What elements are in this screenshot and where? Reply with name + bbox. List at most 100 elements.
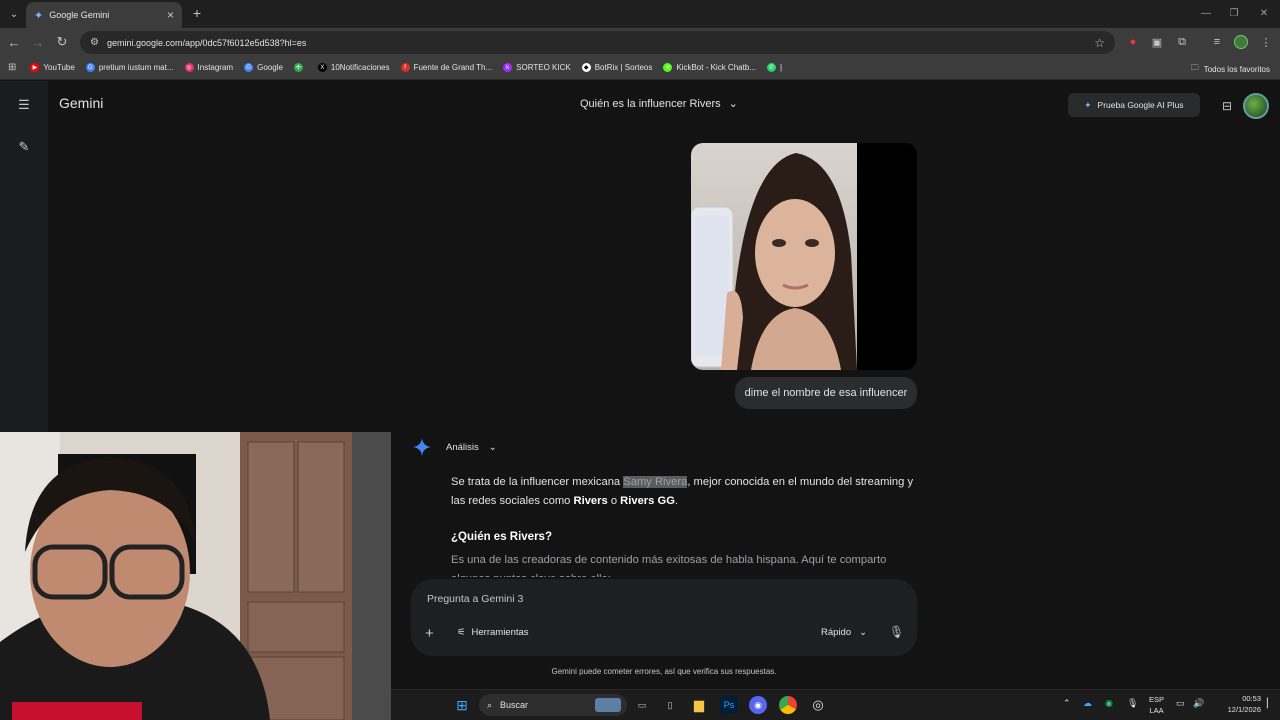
folder-icon: 🗀 (1190, 63, 1199, 72)
webcam-overlay (0, 432, 391, 720)
prompt-composer[interactable]: Pregunta a Gemini 3 + ⚟ Herramientas Ráp… (411, 579, 917, 656)
url-text: gemini.google.com/app/0dc57f6012e5d538?h… (106, 37, 307, 48)
close-window-icon[interactable]: ✕ (1254, 4, 1274, 22)
gemini-brand: Gemini (59, 95, 104, 111)
network-icon[interactable]: ▭ (1176, 698, 1185, 709)
close-tab-icon[interactable]: × (167, 8, 174, 22)
microphone-icon[interactable]: 🎙 (889, 625, 904, 639)
sparkle-icon: ✦ (1084, 99, 1092, 110)
response-heading: ¿Quién es Rivers? (451, 531, 552, 543)
app-icon[interactable]: ▯ (661, 696, 679, 714)
extension-icon[interactable]: ▣ (1149, 34, 1165, 50)
reading-list-icon[interactable]: ≡ (1209, 34, 1225, 50)
bookmark-item[interactable]: ◎ Instagram (184, 63, 234, 72)
all-bookmarks-button[interactable]: 🗀 Todos los favoritos (1191, 62, 1270, 76)
address-bar[interactable]: ⚙ gemini.google.com/app/0dc57f6012e5d538… (80, 31, 1115, 54)
tools-button[interactable]: ⚟ Herramientas (457, 627, 529, 638)
prompt-input[interactable]: Pregunta a Gemini 3 (427, 593, 523, 605)
conversation-title-text: Quién es la influencer Rivers (580, 97, 721, 110)
notifications-icon[interactable]: ▏ (1267, 698, 1274, 709)
bookmark-label: 10Notificaciones (330, 63, 390, 72)
browser-tab-strip: ⌄ ✦ Google Gemini × + — ❐ ✕ (0, 0, 1280, 28)
bookmark-item[interactable]: ✣ (293, 63, 307, 72)
time-text: 00:53 (1242, 694, 1261, 703)
bookmark-item[interactable]: f Fuente de Grand Th... (400, 63, 492, 72)
bookmark-item[interactable]: X 10Notificaciones (317, 63, 390, 72)
bookmark-label: SORTEO KICK (516, 63, 571, 72)
bold-name: Rivers (573, 495, 608, 507)
google-icon: G (85, 63, 95, 72)
extension-record-icon[interactable]: ● (1125, 34, 1141, 50)
bookmark-item[interactable]: k SORTEO KICK (503, 63, 571, 72)
new-tab-button[interactable]: + (188, 4, 206, 22)
influencer-photo (691, 143, 917, 370)
bookmark-label: pretium iustum mat... (98, 63, 174, 72)
bookmark-label: KickBot - Kick Chatb... (676, 63, 756, 72)
windows-start-icon[interactable]: ⊞ (453, 696, 471, 714)
bookmark-item[interactable]: ▶ YouTube (30, 63, 75, 72)
uploaded-image[interactable] (691, 143, 917, 370)
upgrade-label: Prueba Google AI Plus (1097, 100, 1184, 110)
bookmark-item[interactable]: ✆ | (766, 63, 783, 72)
file-explorer-icon[interactable]: ▆ (690, 696, 708, 714)
volume-icon[interactable]: 🔊 (1193, 698, 1204, 709)
clock[interactable]: 00:53 12/1/2026 (1213, 693, 1261, 715)
back-button[interactable]: ← (4, 32, 24, 52)
tray-app-icon[interactable]: ◉ (1105, 698, 1113, 709)
new-chat-icon[interactable]: ✎ (14, 137, 34, 157)
tab-search-button[interactable]: ⌄ (4, 4, 24, 24)
bookmark-label: | (779, 63, 783, 72)
whatsapp-icon: ✆ (766, 63, 776, 72)
bookmark-label: Google (257, 63, 283, 72)
upgrade-button[interactable]: ✦ Prueba Google AI Plus (1068, 93, 1200, 117)
instagram-icon: ◎ (184, 63, 194, 72)
extensions-puzzle-icon[interactable]: ⧉ (1174, 34, 1190, 50)
search-icon: ⌕ (487, 699, 493, 710)
bookmark-item[interactable]: G Google (244, 63, 283, 72)
bookmark-label: BotRix | Sorteos (594, 63, 653, 72)
language-indicator[interactable]: ESP LAA (1149, 694, 1164, 716)
avatar[interactable] (1243, 93, 1269, 119)
taskbar-search[interactable]: ⌕ Buscar (479, 694, 627, 716)
chevron-down-icon: ⌄ (859, 627, 868, 638)
maximize-icon[interactable]: ❐ (1224, 4, 1244, 22)
onedrive-icon[interactable]: ☁ (1083, 698, 1092, 709)
reload-button[interactable]: ↻ (52, 32, 72, 52)
tab-gemini[interactable]: ✦ Google Gemini × (26, 2, 182, 28)
apps-grid-icon[interactable]: ⊞ (8, 62, 16, 73)
model-mode-selector[interactable]: Rápido ⌄ (821, 627, 867, 638)
bookmark-label: Instagram (197, 63, 234, 72)
forward-button[interactable]: → (28, 32, 48, 52)
gemini-favicon-icon: ✦ (34, 9, 44, 22)
analysis-toggle[interactable]: Análisis ⌄ (446, 442, 497, 453)
browser-menu-icon[interactable]: ⋮ (1258, 34, 1274, 50)
pinwheel-icon: ✣ (293, 63, 303, 72)
add-attachment-icon[interactable]: + (425, 625, 434, 642)
mode-label: Rápido (821, 627, 852, 638)
discord-icon[interactable]: ◉ (749, 696, 767, 714)
analysis-label: Análisis (446, 442, 479, 453)
user-message-text: dime el nombre de esa influencer (744, 387, 908, 399)
tab-title: Google Gemini (49, 10, 110, 20)
profile-avatar-icon[interactable] (1233, 34, 1249, 50)
photoshop-icon[interactable]: Ps (720, 696, 738, 714)
tray-chevron-up-icon[interactable]: ⌃ (1063, 698, 1071, 709)
tray-mic-icon[interactable]: 🎙 (1127, 698, 1138, 709)
site-info-icon[interactable]: ⚙ (90, 37, 99, 48)
bookmark-item[interactable]: ◆ BotRix | Sorteos (581, 63, 653, 72)
response-paragraph-2: Es una de las creadoras de contenido más… (451, 554, 887, 577)
search-placeholder: Buscar (500, 700, 529, 710)
bookmark-item[interactable]: ✳ KickBot - Kick Chatb... (663, 63, 756, 72)
obs-icon[interactable]: ◎ (809, 696, 827, 714)
task-view-icon[interactable]: ▭ (633, 696, 651, 714)
conversation-title[interactable]: Quién es la influencer Rivers ⌄ (580, 97, 738, 111)
bookmark-star-icon[interactable]: ☆ (1094, 36, 1105, 50)
botrix-icon: ◆ (581, 63, 591, 72)
windows-taskbar: ⊞ ⌕ Buscar ▭ ▯ ▆ Ps ◉ ◎ ⌃ ☁ ◉ 🎙 ESP LAA … (391, 689, 1280, 720)
chrome-icon[interactable] (779, 696, 797, 714)
menu-icon[interactable]: ☰ (14, 95, 34, 115)
temporary-chat-icon[interactable]: ⊟ (1218, 97, 1236, 115)
google-icon: G (244, 63, 254, 72)
minimize-icon[interactable]: — (1196, 4, 1216, 22)
bookmark-item[interactable]: Gpretium iustum mat... (85, 63, 174, 72)
